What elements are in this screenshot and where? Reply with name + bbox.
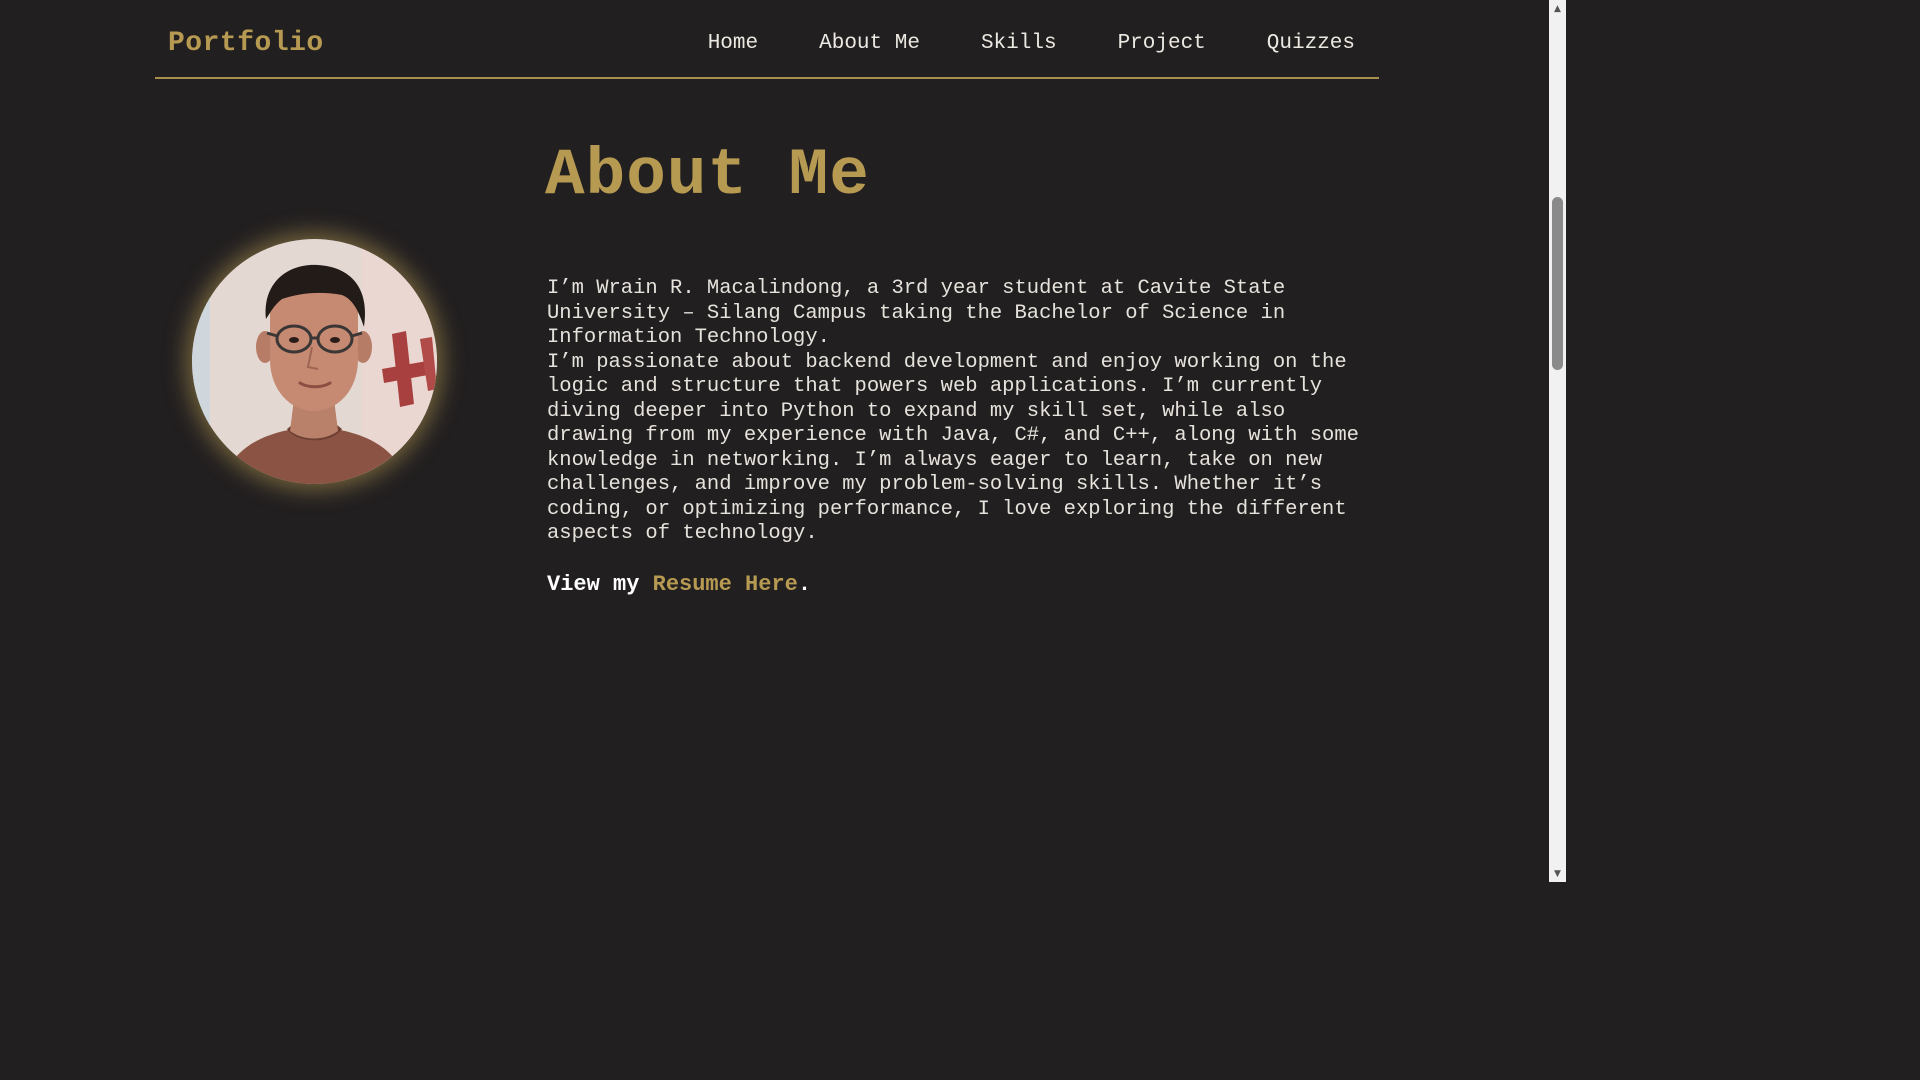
resume-line: View my Resume Here.	[547, 571, 811, 599]
nav-item-quizzes[interactable]: Quizzes	[1267, 30, 1355, 58]
nav-item-project[interactable]: Project	[1118, 30, 1206, 58]
profile-photo	[192, 239, 437, 484]
resume-suffix: .	[797, 572, 812, 597]
bio-paragraph-details: I’m passionate about backend development…	[547, 350, 1359, 546]
nav-item-about-me[interactable]: About Me	[819, 30, 920, 58]
bio-paragraph-intro: I’m Wrain R. Macalindong, a 3rd year stu…	[547, 277, 1286, 349]
scrollbar-thumb[interactable]	[1552, 197, 1563, 370]
brand-logo[interactable]: Portfolio	[168, 27, 324, 61]
resume-link[interactable]: Resume Here	[653, 572, 798, 597]
navbar: Portfolio Home About Me Skills Project Q…	[155, 0, 1379, 79]
nav-links: Home About Me Skills Project Quizzes	[708, 30, 1355, 58]
vertical-scrollbar[interactable]: ▲ ▼	[1549, 0, 1566, 882]
scroll-up-arrow-icon[interactable]: ▲	[1549, 0, 1566, 17]
page: Portfolio Home About Me Skills Project Q…	[0, 0, 1549, 882]
nav-item-home[interactable]: Home	[708, 30, 758, 58]
about-bio: I’m Wrain R. Macalindong, a 3rd year stu…	[547, 277, 1377, 547]
nav-item-skills[interactable]: Skills	[981, 30, 1057, 58]
scroll-down-arrow-icon[interactable]: ▼	[1549, 865, 1566, 882]
page-title: About Me	[545, 138, 870, 213]
resume-prefix: View my	[547, 572, 653, 597]
